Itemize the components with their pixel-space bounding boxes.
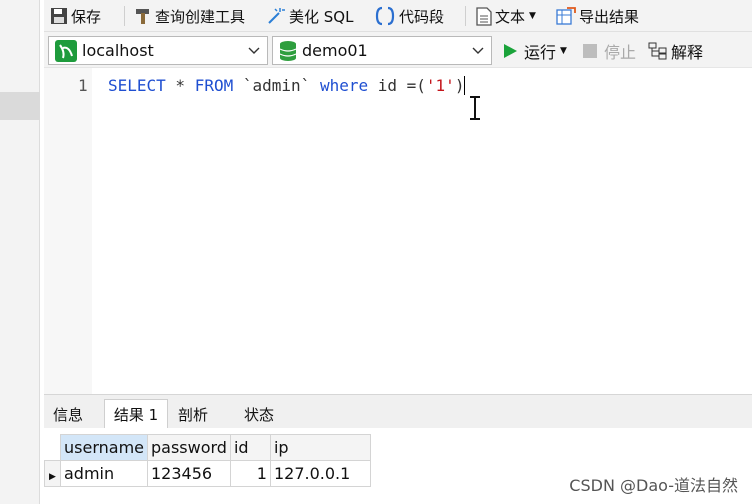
left-panel <box>0 0 40 504</box>
column-header-ip[interactable]: ip <box>269 434 371 461</box>
run-label: 运行 <box>524 43 557 62</box>
explain-icon <box>648 42 667 60</box>
sql-keyword: FROM <box>194 76 234 95</box>
sql-symbol: * <box>165 76 195 95</box>
line-gutter: 1 <box>44 68 92 394</box>
dropdown-arrow-icon: ▼ <box>529 11 536 21</box>
dropdown-arrow-icon: ▼ <box>560 46 567 56</box>
beautify-sql-label: 美化 SQL <box>289 7 354 26</box>
toolbar-divider <box>124 6 125 26</box>
chevron-down-icon <box>248 47 260 54</box>
text-caret: ​ <box>464 76 466 95</box>
braces-icon <box>375 6 395 26</box>
cell-password[interactable]: 123456 <box>147 460 231 487</box>
save-button[interactable]: 保存 <box>50 4 101 28</box>
export-results-label: 导出结果 <box>579 7 640 26</box>
server-value: localhost <box>82 41 154 60</box>
chevron-down-icon <box>472 47 484 54</box>
result-grid: username password id ip ▶ admin 123456 1… <box>44 434 371 487</box>
sql-symbol: ) <box>454 76 465 95</box>
toolbar: 保存 查询创建工具 美化 SQL 代码段 文本 ▼ 导出结果 <box>44 0 752 32</box>
tab-label: 剖析 <box>177 405 208 424</box>
text-label: 文本 <box>495 7 526 26</box>
stop-label: 停止 <box>604 43 637 62</box>
row-pointer-icon: ▶ <box>44 460 61 487</box>
query-builder-button[interactable]: 查询创建工具 <box>134 4 245 28</box>
grid-header-row: username password id ip <box>44 434 371 461</box>
tab-profile[interactable]: 剖析 <box>168 399 218 429</box>
sql-table-name: `admin` <box>233 76 320 95</box>
sql-editor[interactable]: 1 SELECT * FROM `admin` where id =('1')​ <box>44 68 752 394</box>
export-results-button[interactable]: 导出结果 <box>556 4 639 28</box>
save-label: 保存 <box>71 7 102 26</box>
result-tabs: 信息 结果 1 剖析 状态 <box>44 394 752 429</box>
sql-string-literal: '1' <box>425 76 455 95</box>
toolbar-divider <box>465 6 466 26</box>
column-header-password[interactable]: password <box>147 434 231 461</box>
tab-result-1[interactable]: 结果 1 <box>104 399 168 429</box>
cell-id[interactable]: 1 <box>229 460 271 487</box>
run-button[interactable]: 运行 ▼ <box>502 40 567 62</box>
play-icon <box>504 44 517 58</box>
watermark: CSDN @Dao-道法自然 <box>569 476 738 495</box>
tab-status[interactable]: 状态 <box>230 399 288 429</box>
snippet-button[interactable]: 代码段 <box>374 4 444 28</box>
server-connection-icon <box>55 39 77 62</box>
document-icon <box>476 6 492 26</box>
text-button[interactable]: 文本 ▼ <box>476 4 536 28</box>
connection-bar: localhost demo01 运行 ▼ 停止 解释 <box>44 32 752 68</box>
tab-info[interactable]: 信息 <box>44 399 92 429</box>
grid-corner <box>44 434 61 461</box>
magic-wand-icon <box>268 8 285 24</box>
left-panel-selection <box>0 92 40 120</box>
table-row[interactable]: ▶ admin 123456 1 127.0.0.1 <box>44 460 371 487</box>
export-icon <box>556 6 576 25</box>
stop-icon <box>583 44 597 58</box>
sql-column: id =( <box>368 76 426 95</box>
tab-label: 结果 1 <box>113 406 159 424</box>
sql-keyword: where <box>319 76 369 95</box>
stop-button[interactable]: 停止 <box>582 40 636 62</box>
hammer-icon <box>136 9 149 24</box>
cell-ip[interactable]: 127.0.0.1 <box>269 460 371 487</box>
database-icon <box>279 40 297 61</box>
server-select[interactable]: localhost <box>48 36 268 65</box>
beautify-sql-button[interactable]: 美化 SQL <box>266 4 353 28</box>
save-icon <box>51 8 67 24</box>
sql-code-line[interactable]: SELECT * FROM `admin` where id =('1')​ <box>108 76 466 95</box>
column-header-username[interactable]: username <box>60 434 148 461</box>
ibeam-cursor-icon <box>470 96 480 120</box>
query-builder-label: 查询创建工具 <box>155 7 246 26</box>
tab-label: 信息 <box>52 405 83 424</box>
explain-label: 解释 <box>671 43 704 62</box>
sql-keyword: SELECT <box>108 76 166 95</box>
database-value: demo01 <box>302 41 368 60</box>
explain-button[interactable]: 解释 <box>648 40 703 62</box>
line-number: 1 <box>78 76 88 95</box>
tab-label: 状态 <box>243 405 274 424</box>
snippet-label: 代码段 <box>399 7 445 26</box>
cell-username[interactable]: admin <box>60 460 148 487</box>
database-select[interactable]: demo01 <box>272 36 492 65</box>
column-header-id[interactable]: id <box>229 434 271 461</box>
